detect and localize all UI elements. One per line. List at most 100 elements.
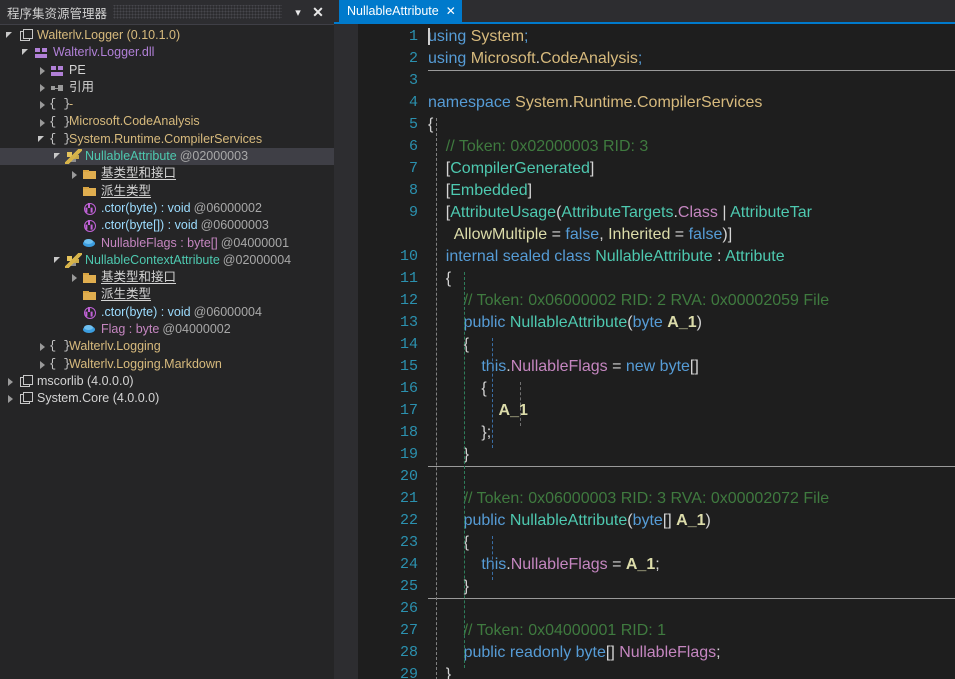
code-surface[interactable]: 1 using System; 2 using Microsoft.CodeAnaly… [334,24,955,679]
code-line[interactable]: // Token: 0x06000002 RID: 2 RVA: 0x00002… [428,292,834,310]
references-icon [49,80,66,96]
tree-item[interactable]: 基类型和接口 [0,269,334,286]
code-line[interactable]: [AttributeUsage(AttributeTargets.Class |… [428,204,812,222]
code-line[interactable]: A_1 [428,402,528,420]
panel-title: 程序集资源管理器 [7,6,108,21]
code-token: ) [705,512,711,529]
assembly-tree[interactable]: Walterlv.Logger (0.10.1.0) Walterlv.Logge… [0,25,334,408]
twisty-collapsed-icon[interactable] [36,62,49,79]
code-line[interactable]: using Microsoft.CodeAnalysis; [428,50,642,68]
tree-item[interactable]: 派生类型 [0,286,334,303]
twisty-collapsed-icon[interactable] [36,356,49,373]
tree-item[interactable]: NullableAttribute @02000003 [0,148,334,166]
tree-item[interactable]: - [0,96,334,113]
code-line[interactable]: using System; [428,28,529,46]
twisty-expanded-icon[interactable] [52,252,65,269]
code-line[interactable]: [CompilerGenerated] [428,160,595,178]
namespace-icon [49,357,66,372]
namespace-icon [49,339,66,354]
twisty-expanded-icon[interactable] [20,44,33,61]
close-icon[interactable]: ✕ [446,5,456,17]
tree-item[interactable]: mscorlib (4.0.0.0) [0,373,334,390]
tree-item[interactable]: 派生类型 [0,183,334,200]
twisty-placeholder [68,200,81,217]
tab-strip: NullableAttribute ✕ [334,0,955,22]
indent-guide [492,338,494,448]
code-line[interactable]: namespace System.Runtime.CompilerService… [428,94,762,112]
twisty-expanded-icon[interactable] [36,131,49,148]
code-line[interactable]: } [428,666,451,679]
tree-item-label: System.Runtime.CompilerServices [69,131,263,146]
code-line[interactable]: { [428,336,469,354]
code-token: using [428,50,467,67]
code-line[interactable]: { [428,116,433,134]
tree-item[interactable]: .ctor(byte) : void @06000002 [0,200,334,217]
tree-item[interactable]: Walterlv.Logging [0,338,334,355]
tree-item[interactable]: Walterlv.Logger (0.10.1.0) [0,27,334,44]
field-icon [81,322,98,337]
twisty-collapsed-icon[interactable] [36,96,49,113]
tree-item[interactable]: System.Core (4.0.0.0) [0,390,334,407]
tree-item[interactable]: Microsoft.CodeAnalysis [0,113,334,130]
code-line[interactable]: { [428,534,469,552]
tree-item[interactable]: Flag : byte @04000002 [0,321,334,338]
code-line[interactable]: // Token: 0x06000003 RID: 3 RVA: 0x00002… [428,490,834,508]
code-token: { [428,270,452,287]
tree-item-label: 派生类型 [101,287,152,302]
tree-item[interactable]: Walterlv.Logging.Markdown [0,356,334,373]
code-line[interactable]: [Embedded] [428,182,532,200]
code-line[interactable]: AllowMultiple = false, Inherited = false… [428,226,732,244]
tab-nullableattribute[interactable]: NullableAttribute ✕ [339,0,462,22]
vs-window: 程序集资源管理器 ▾ ✕ Walterlv.Logger (0.10.1.0) W… [0,0,955,679]
tree-item[interactable]: .ctor(byte[]) : void @06000003 [0,217,334,234]
tree-item[interactable]: .ctor(byte) : void @06000004 [0,304,334,321]
line-number: 2 [408,50,418,67]
line-number: 27 [399,622,418,639]
tree-item[interactable]: 基类型和接口 [0,165,334,182]
code-token: A_1 [428,402,528,419]
code-line[interactable]: this.NullableFlags = A_1; [428,556,659,574]
code-line[interactable]: { [428,270,451,288]
tree-item[interactable]: 引用 [0,79,334,96]
code-line[interactable]: } [428,578,469,596]
code-token: this [428,556,507,573]
tree-item[interactable]: NullableFlags : byte[] @04000001 [0,235,334,252]
tree-item[interactable]: System.Runtime.CompilerServices [0,131,334,148]
twisty-expanded-icon[interactable] [4,27,17,44]
twisty-expanded-icon[interactable] [52,148,65,165]
twisty-placeholder [68,183,81,200]
tree-item[interactable]: PE [0,62,334,79]
code-token: Runtime [572,94,633,111]
code-token: ; [716,644,721,661]
tree-item[interactable]: NullableContextAttribute @02000004 [0,252,334,269]
twisty-placeholder [68,304,81,321]
close-icon[interactable]: ✕ [308,1,334,23]
panel-drag-handle[interactable] [113,5,282,19]
code-token: { [428,116,434,133]
twisty-placeholder [68,235,81,252]
code-line[interactable]: public readonly byte[] NullableFlags; [428,644,721,662]
tree-item-label: Flag : byte [101,322,160,337]
twisty-collapsed-icon[interactable] [68,166,81,183]
twisty-collapsed-icon[interactable] [36,338,49,355]
twisty-collapsed-icon[interactable] [68,269,81,286]
line-number: 25 [399,578,418,595]
code-line[interactable]: // Token: 0x02000003 RID: 3 [428,138,649,156]
tree-item[interactable]: Walterlv.Logger.dll [0,44,334,61]
code-line[interactable]: } [428,446,469,464]
assembly-icon [17,28,34,43]
twisty-collapsed-icon[interactable] [4,373,17,390]
twisty-collapsed-icon[interactable] [36,114,49,131]
twisty-collapsed-icon[interactable] [36,79,49,96]
code-line[interactable]: public NullableAttribute(byte[] A_1) [428,512,711,530]
code-token: { [428,336,469,353]
code-line[interactable]: public NullableAttribute(byte A_1) [428,314,702,332]
editor-area: NullableAttribute ✕ 1 using System; 2 using… [334,0,955,679]
code-line[interactable]: this.NullableFlags = new byte[] [428,358,698,376]
twisty-collapsed-icon[interactable] [4,390,17,407]
code-editor[interactable]: 1 using System; 2 using Microsoft.CodeAnaly… [334,24,955,679]
tree-item-token: @06000003 [200,218,269,233]
chevron-down-icon[interactable]: ▾ [288,1,308,23]
tree-item-label: Walterlv.Logging [69,339,161,354]
code-line[interactable]: internal sealed class NullableAttribute … [428,248,785,266]
